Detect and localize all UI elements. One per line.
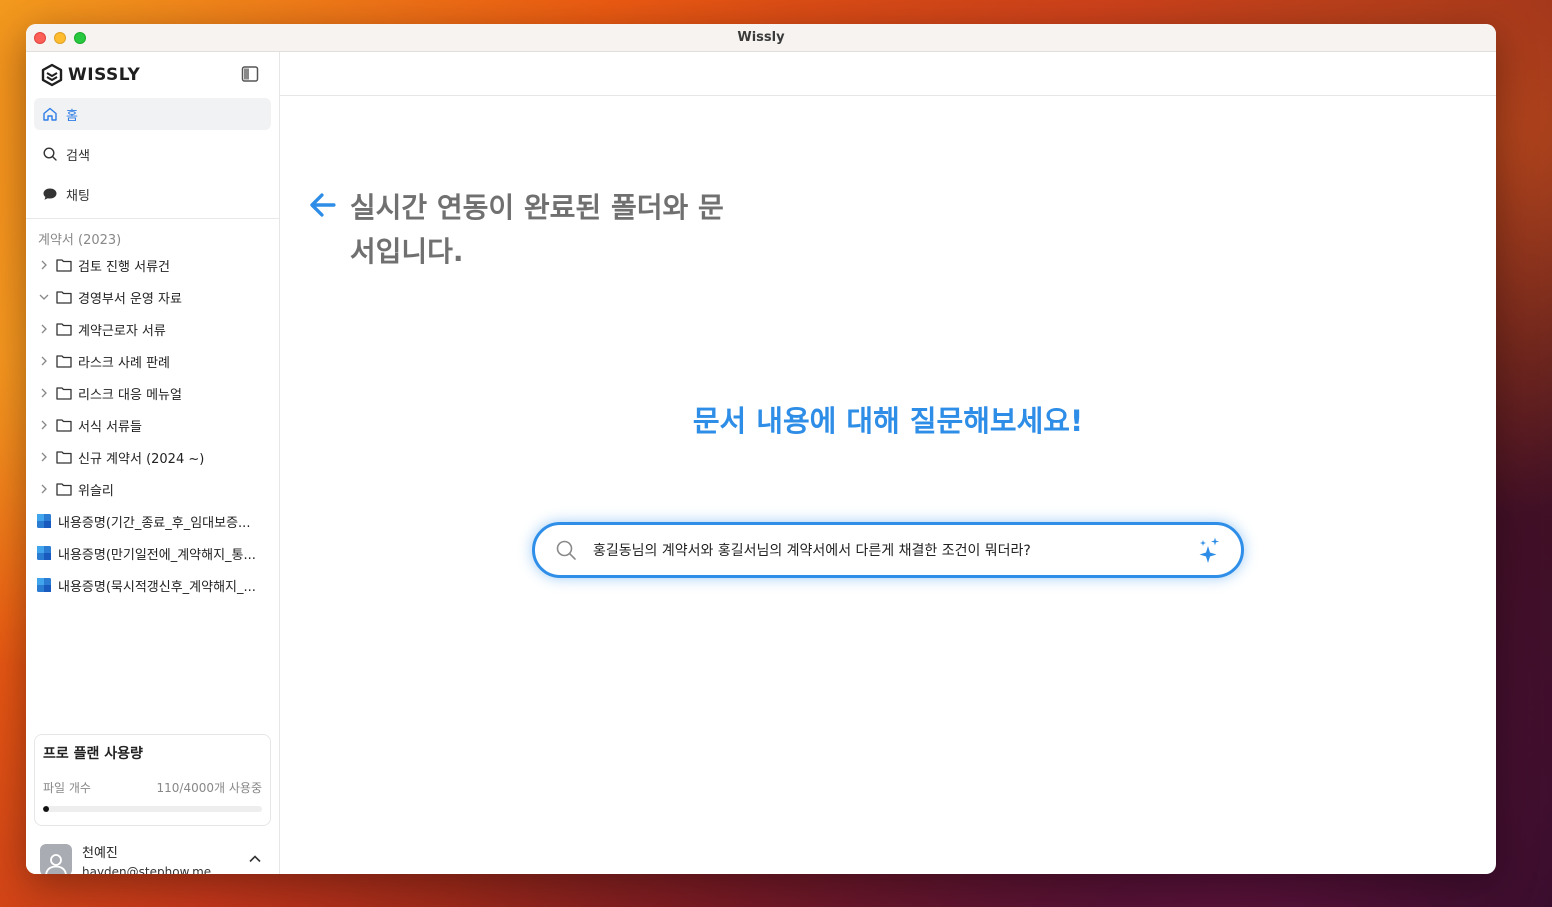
folder-item[interactable]: 신규 계약서 (2024 ~) [26,441,279,473]
sidebar-divider [26,218,279,219]
wissly-logo-icon [41,63,63,87]
folder-item[interactable]: 서식 서류들 [26,409,279,441]
nav-item-search[interactable]: 검색 [34,138,271,170]
user-icon [45,854,67,874]
user-name: 천예진 [82,845,118,861]
usage-card: 프로 플랜 사용량 파일 개수 110/4000개 사용중 [34,734,271,826]
chevron-up-icon[interactable] [248,852,262,866]
avatar [40,844,72,874]
sync-hint-text: 실시간 연동이 완료된 폴더와 문서입니다. [349,191,724,268]
main-nav: 홈 검색 채팅 [26,98,279,210]
file-label: 내용증명(만기일전에_계약해지_통... [58,547,256,563]
prompt-title: 문서 내용에 대해 질문해보세요! [692,404,1084,438]
app-window: Wissly WISSLY 홈 검색 채팅 계약서 (2023) 검토 진행 서… [26,24,1496,874]
chevron-right-icon[interactable] [38,355,50,367]
brand-name: WISSLY [68,65,141,85]
folder-label: 신규 계약서 (2024 ~) [78,451,205,467]
folder-icon [56,355,72,368]
search-icon [556,540,576,560]
folder-label: 라스크 사례 판례 [78,355,170,371]
sync-hint: 실시간 연동이 완료된 폴더와 문서입니다. [308,186,748,274]
folder-item[interactable]: 라스크 사례 판례 [26,345,279,377]
folder-item[interactable]: 경영부서 운영 자료 [26,281,279,313]
arrow-left-icon [310,193,336,217]
file-item[interactable]: 내용증명(기간_종료_후_임대보증... [26,505,279,537]
folder-icon [56,451,72,464]
folder-item[interactable]: 리스크 대응 메뉴얼 [26,377,279,409]
folder-icon [56,323,72,336]
folder-icon [56,387,72,400]
folder-label: 서식 서류들 [78,419,142,435]
folder-tree: 검토 진행 서류건 경영부서 운영 자료 계약근로자 서류 라스크 사례 판례 [26,249,279,601]
section-label: 계약서 (2023) [38,233,122,248]
usage-row: 파일 개수 110/4000개 사용중 [43,779,262,796]
folder-item[interactable]: 계약근로자 서류 [26,313,279,345]
file-label: 내용증명(기간_종료_후_임대보증... [58,515,251,531]
folder-label: 위슬리 [78,483,114,499]
chevron-right-icon[interactable] [38,419,50,431]
usage-title: 프로 플랜 사용량 [43,746,143,762]
chat-icon [43,188,57,200]
main-content: 실시간 연동이 완료된 폴더와 문서입니다. 문서 내용에 대해 질문해보세요! [280,52,1496,874]
file-item[interactable]: 내용증명(묵시적갱신후_계약해지_... [26,569,279,601]
file-count-label: 파일 개수 [43,781,91,795]
usage-progress-fill [43,806,50,812]
title-bar: Wissly [26,24,1496,52]
word-document-icon [37,514,51,528]
nav-item-label: 검색 [66,148,90,164]
window-controls [34,32,86,44]
word-document-icon [37,578,51,592]
usage-progress-bar [43,806,262,812]
folder-label: 계약근로자 서류 [78,323,166,339]
maximize-window-button[interactable] [74,32,86,44]
chevron-right-icon[interactable] [38,387,50,399]
chevron-right-icon[interactable] [38,259,50,271]
chevron-right-icon[interactable] [38,483,50,495]
close-window-button[interactable] [34,32,46,44]
question-search-box[interactable] [532,522,1244,578]
file-item[interactable]: 내용증명(만기일전에_계약해지_통... [26,537,279,569]
search-icon [43,147,57,161]
file-count-value: 110/4000개 사용중 [156,781,262,795]
sidebar-toggle-icon[interactable] [241,65,259,83]
folder-item[interactable]: 위슬리 [26,473,279,505]
question-input[interactable] [593,542,1185,558]
minimize-window-button[interactable] [54,32,66,44]
chevron-right-icon[interactable] [38,323,50,335]
brand: WISSLY [26,52,279,98]
sidebar: WISSLY 홈 검색 채팅 계약서 (2023) 검토 진행 서류건 경영부서… [26,52,280,874]
nav-item-label: 채팅 [66,188,90,204]
folder-label: 검토 진행 서류건 [78,259,170,275]
folder-label: 리스크 대응 메뉴얼 [78,387,182,403]
window-title: Wissly [737,30,785,45]
folder-icon [56,483,72,496]
file-label: 내용증명(묵시적갱신후_계약해지_... [58,579,256,595]
folder-icon [56,291,72,304]
nav-item-label: 홈 [66,108,78,124]
user-info: 천예진 hayden@stephow.me [82,842,211,875]
user-email: hayden@stephow.me [82,864,212,875]
folder-item[interactable]: 검토 진행 서류건 [26,249,279,281]
app-body: WISSLY 홈 검색 채팅 계약서 (2023) 검토 진행 서류건 경영부서… [26,52,1496,874]
folder-icon [56,419,72,432]
sparkle-icon[interactable] [1195,536,1221,564]
nav-item-home[interactable]: 홈 [34,98,271,130]
nav-item-chat[interactable]: 채팅 [34,178,271,210]
home-icon [43,107,57,121]
folder-icon [56,259,72,272]
main-header [280,52,1496,96]
word-document-icon [37,546,51,560]
folder-label: 경영부서 운영 자료 [78,291,182,307]
user-profile[interactable]: 천예진 hayden@stephow.me [40,842,270,874]
chevron-right-icon[interactable] [38,451,50,463]
chevron-down-icon[interactable] [38,291,50,303]
